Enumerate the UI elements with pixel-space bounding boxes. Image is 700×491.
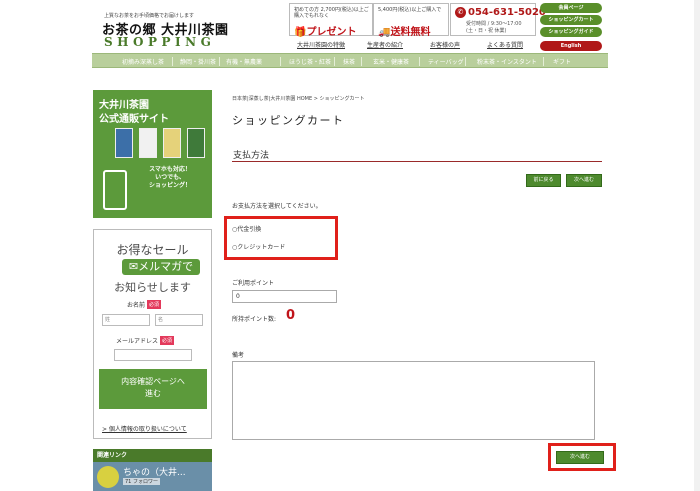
next-button[interactable]: 次へ進む <box>566 174 602 187</box>
newsletter-signup: お得なセール ✉メルマガで お知らせします お名前 必須 姓 名 メールアドレス必… <box>93 229 212 439</box>
payment-instruction: お支払方法を選択してください。 <box>232 203 322 210</box>
nav-item[interactable]: 粉末茶・インスタント <box>477 57 537 66</box>
present-promo-title: 🎁プレゼント <box>294 27 357 38</box>
nav-item[interactable]: 初摘み深蒸し茶 <box>122 57 164 66</box>
owned-points-value: 0 <box>286 308 296 323</box>
site-tagline: 上質なお茶をお手頃価格でお届けします <box>104 13 195 19</box>
banner-subtitle: スマホも対応！ いつでも、 ショッピング！ <box>148 166 191 189</box>
email-input[interactable] <box>114 349 192 361</box>
header-sublinks: 大井川茶園の特徴 生産者の紹介 お客様の声 よくある質問 <box>287 40 603 51</box>
payment-option-cod[interactable]: ○代金引換 <box>232 224 261 233</box>
free-shipping-text: 5,400円(税込)以上ご購入で <box>378 7 442 13</box>
points-input[interactable]: 0 <box>232 290 337 303</box>
nav-item[interactable]: ほうじ茶・紅茶 <box>289 57 331 66</box>
tea-package-image <box>115 128 133 158</box>
payment-option-credit-card[interactable]: ○クレジットカード <box>232 242 285 251</box>
gift-icon: 🎁 <box>294 27 307 38</box>
sublink-features[interactable]: 大井川茶園の特徴 <box>297 40 345 49</box>
first-name-input[interactable]: 名 <box>155 314 203 326</box>
nav-item[interactable]: 玄米・健康茶 <box>373 57 409 66</box>
newsletter-heading: お得なセール <box>116 243 189 257</box>
last-name-input[interactable]: 姓 <box>102 314 150 326</box>
notes-textarea[interactable] <box>232 361 595 440</box>
tea-package-image <box>187 128 205 158</box>
page-scrollbar[interactable] <box>694 0 700 491</box>
avatar <box>97 466 119 488</box>
back-button[interactable]: 前に戻る <box>526 174 561 187</box>
member-page-button[interactable]: 会員ページ <box>540 3 602 13</box>
confirm-page-button[interactable]: 内容確認ページへ 進む <box>99 369 207 409</box>
phone-number: ✆ 054-631-5020 <box>455 7 546 18</box>
banner-title: 大井川茶園 <box>99 100 149 111</box>
shopping-cart-button[interactable]: ショッピングカート <box>540 15 602 25</box>
section-divider <box>232 161 602 162</box>
follower-count: 71 フォロワー <box>123 478 160 485</box>
points-label: ご利用ポイント <box>232 280 275 287</box>
related-links-header: 関連リンク <box>93 449 212 462</box>
tea-package-image <box>163 128 181 158</box>
mail-icon: ✉ <box>128 260 139 273</box>
related-link-card[interactable]: ちゃの（大井... 71 フォロワー <box>93 462 212 491</box>
email-label: メールアドレス 必須 <box>116 336 175 345</box>
required-badge: 必須 <box>147 300 162 309</box>
newsletter-heading-3: お知らせします <box>114 281 191 294</box>
present-promo-text: 初めての方 2,700円(税込)以上ご購入でもれなく <box>294 7 369 19</box>
free-shipping-title: 🚚送料無料 <box>378 27 431 38</box>
free-shipping-banner[interactable]: 5,400円(税込)以上ご購入で 🚚送料無料 <box>373 3 449 38</box>
name-label: お名前 必須 <box>127 300 162 309</box>
tea-package-image <box>139 128 157 158</box>
privacy-policy-link[interactable]: > 個人情報の取り扱いについて <box>102 424 187 433</box>
nav-item[interactable]: ギフト <box>553 57 571 66</box>
nav-item[interactable]: ティーバッグ <box>428 57 464 66</box>
owned-points-label: 所持ポイント数: <box>232 316 277 323</box>
nav-item[interactable]: 抹茶 <box>343 57 355 66</box>
phone-icon: ✆ <box>455 7 466 18</box>
present-promo-banner[interactable]: 初めての方 2,700円(税込)以上ご購入でもれなく 🎁プレゼント <box>289 3 373 38</box>
sublink-reviews[interactable]: お客様の声 <box>430 40 460 49</box>
payment-options-highlight <box>224 216 338 260</box>
phone-contact: ✆ 054-631-5020 受付時間 / 9:30～17:00 (土・日・祝 休… <box>450 3 546 36</box>
sublink-producers[interactable]: 生産者の紹介 <box>367 40 403 49</box>
site-logo-sub[interactable]: SHOPPING <box>104 35 215 49</box>
required-badge: 必須 <box>160 336 175 345</box>
official-site-banner[interactable]: 大井川茶園 公式通販サイト スマホも対応！ いつでも、 ショッピング！ <box>93 90 212 218</box>
nav-item[interactable]: 静岡・掛川茶 <box>180 57 216 66</box>
truck-icon: 🚚 <box>378 27 391 38</box>
related-account-name: ちゃの（大井... <box>123 468 186 478</box>
sublink-faq[interactable]: よくある質問 <box>487 40 523 49</box>
page-title: ショッピングカート <box>232 114 345 127</box>
next-button-bottom[interactable]: 次へ進む <box>556 451 604 464</box>
section-title: 支払方法 <box>233 151 270 161</box>
notes-label: 備考 <box>232 352 245 359</box>
breadcrumb: 日本茶|深蒸し茶|大井川茶園 HOME > ショッピングカート <box>232 96 365 102</box>
banner-title-2: 公式通販サイト <box>99 114 169 125</box>
phone-hours: 受付時間 / 9:30～17:00 (土・日・祝 休業) <box>466 21 522 34</box>
shopping-guide-button[interactable]: ショッピングガイド <box>540 27 602 37</box>
category-nav: 初摘み深蒸し茶 静岡・掛川茶 有機・無農薬 ほうじ茶・紅茶 抹茶 玄米・健康茶 … <box>92 53 608 68</box>
nav-item[interactable]: 有機・無農薬 <box>226 57 262 66</box>
smartphone-icon <box>103 170 127 210</box>
newsletter-heading-2: ✉メルマガで <box>122 259 200 275</box>
